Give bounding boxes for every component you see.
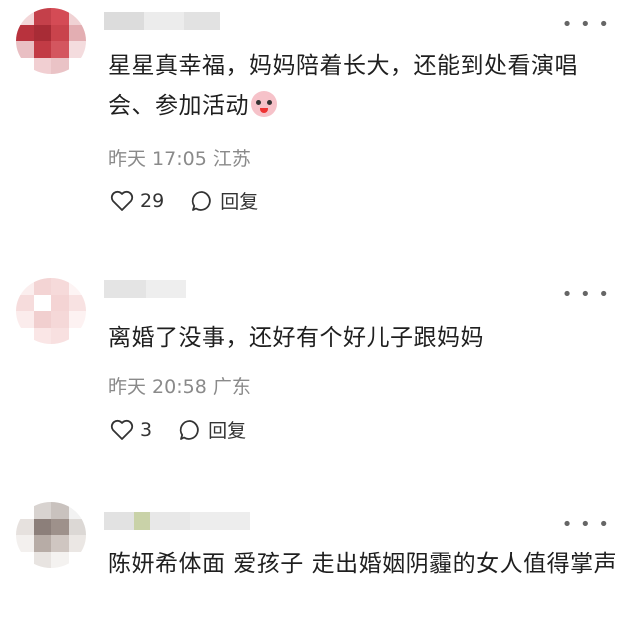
username-blurred[interactable]: [104, 512, 250, 530]
comment-text: 离婚了没事，还好有个好儿子跟妈妈: [108, 318, 618, 358]
reply-button[interactable]: 回复: [178, 416, 246, 443]
like-button[interactable]: 29: [110, 190, 164, 212]
like-count: 29: [140, 189, 165, 212]
avatar[interactable]: [16, 278, 86, 344]
comment-item: • • • 陈妍希体面 爱孩子 走出婚姻阴霾的女人值得掌声: [0, 480, 640, 630]
heart-outline-icon: [110, 419, 134, 441]
reply-button[interactable]: 回复: [190, 187, 258, 214]
comment-time: 昨天 17:05: [108, 148, 207, 170]
more-dots-icon[interactable]: • • •: [562, 286, 610, 304]
reply-label: 回复: [208, 420, 247, 442]
comment-meta: 昨天 17:05 江苏: [108, 144, 251, 171]
more-dots-icon[interactable]: • • •: [562, 16, 610, 34]
avatar[interactable]: [16, 502, 86, 568]
crying-clown-emoji: [251, 91, 277, 117]
comment-actions: 3 回复: [110, 416, 272, 443]
comment-actions: 29 回复: [110, 187, 284, 214]
comment-location: 广东: [212, 376, 251, 398]
comment-item: • • • 星星真幸福，妈妈陪着长大，还能到处看演唱会、参加活动 昨天 17:0…: [0, 0, 640, 230]
comment-text-content: 陈妍希体面 爱孩子 走出婚姻阴霾的女人值得掌声: [108, 551, 618, 577]
comment-location: 江苏: [212, 148, 251, 170]
like-button[interactable]: 3: [110, 419, 152, 441]
comment-text: 星星真幸福，妈妈陪着长大，还能到处看演唱会、参加活动: [108, 46, 618, 126]
reply-label: 回复: [220, 191, 259, 213]
avatar[interactable]: [16, 8, 86, 74]
username-blurred[interactable]: [104, 280, 186, 298]
comment-text-content: 离婚了没事，还好有个好儿子跟妈妈: [108, 325, 484, 351]
like-count: 3: [140, 418, 153, 441]
comment-item: • • • 离婚了没事，还好有个好儿子跟妈妈 昨天 20:58 广东 3 回复: [0, 230, 640, 480]
comment-time: 昨天 20:58: [108, 376, 207, 398]
comment-text: 陈妍希体面 爱孩子 走出婚姻阴霾的女人值得掌声: [108, 544, 618, 584]
comment-text-content: 星星真幸福，妈妈陪着长大，还能到处看演唱会、参加活动: [108, 53, 578, 119]
username-blurred[interactable]: [104, 12, 220, 30]
heart-outline-icon: [110, 190, 134, 212]
comment-bubble-icon: [190, 189, 214, 213]
more-dots-icon[interactable]: • • •: [562, 516, 610, 534]
comment-meta: 昨天 20:58 广东: [108, 372, 251, 399]
comment-bubble-icon: [178, 418, 202, 442]
